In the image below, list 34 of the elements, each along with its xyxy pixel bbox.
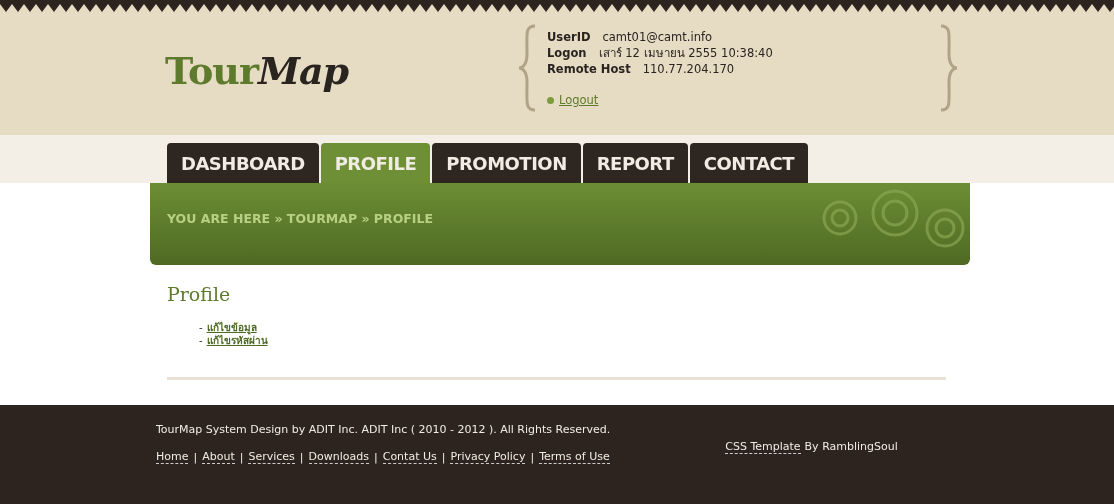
page-heading: Profile <box>167 283 232 305</box>
copyright-text: TourMap System Design by ADIT Inc. ADIT Inc ( 2010 - 2012 ). All Rights Reserved. <box>156 423 611 436</box>
link-separator: | <box>239 450 244 464</box>
nav-tab[interactable]: REPORT <box>582 143 688 183</box>
info-value: 110.77.204.170 <box>642 61 735 77</box>
nav-tab[interactable]: CONTACT <box>689 143 809 183</box>
info-label: UserID <box>547 29 591 45</box>
credit-link[interactable]: CSS Template <box>725 440 801 454</box>
footer-link[interactable]: Home <box>156 450 189 464</box>
credit-text: By RamblingSoul <box>804 440 898 453</box>
profile-link[interactable]: แก้ไขข้อมูล <box>206 321 257 334</box>
nav-tab[interactable]: PROMOTION <box>432 143 581 183</box>
link-separator: | <box>530 450 535 464</box>
info-label: Logon <box>547 45 587 61</box>
nav-tab[interactable]: DASHBOARD <box>167 143 319 183</box>
footer-link[interactable]: Privacy Policy <box>450 450 526 464</box>
footer-link[interactable]: Services <box>248 450 295 464</box>
breadcrumb: YOU ARE HERE » TOURMAP » PROFILE <box>167 210 433 226</box>
link-separator: | <box>374 450 378 464</box>
info-label: Remote Host <box>547 61 631 77</box>
logout-link[interactable]: Logout <box>547 93 599 107</box>
dash-marker: - <box>199 321 203 334</box>
logo: TourMap <box>165 48 350 93</box>
link-separator: | <box>441 450 446 464</box>
footer-link[interactable]: About <box>202 450 235 464</box>
profile-link[interactable]: แก้ไขรหัสผ่าน <box>206 334 268 347</box>
link-separator: | <box>299 450 304 464</box>
info-value: camt01@camt.info <box>602 29 712 45</box>
footer-link[interactable]: Contat Us <box>382 450 437 464</box>
link-separator: | <box>193 450 198 464</box>
footer-link[interactable]: Terms of Use <box>539 450 610 464</box>
footer-link[interactable]: Downloads <box>308 450 369 464</box>
info-value: เสาร์ 12 เมษายน 2555 10:38:40 <box>598 45 773 61</box>
dash-marker: - <box>199 334 203 347</box>
